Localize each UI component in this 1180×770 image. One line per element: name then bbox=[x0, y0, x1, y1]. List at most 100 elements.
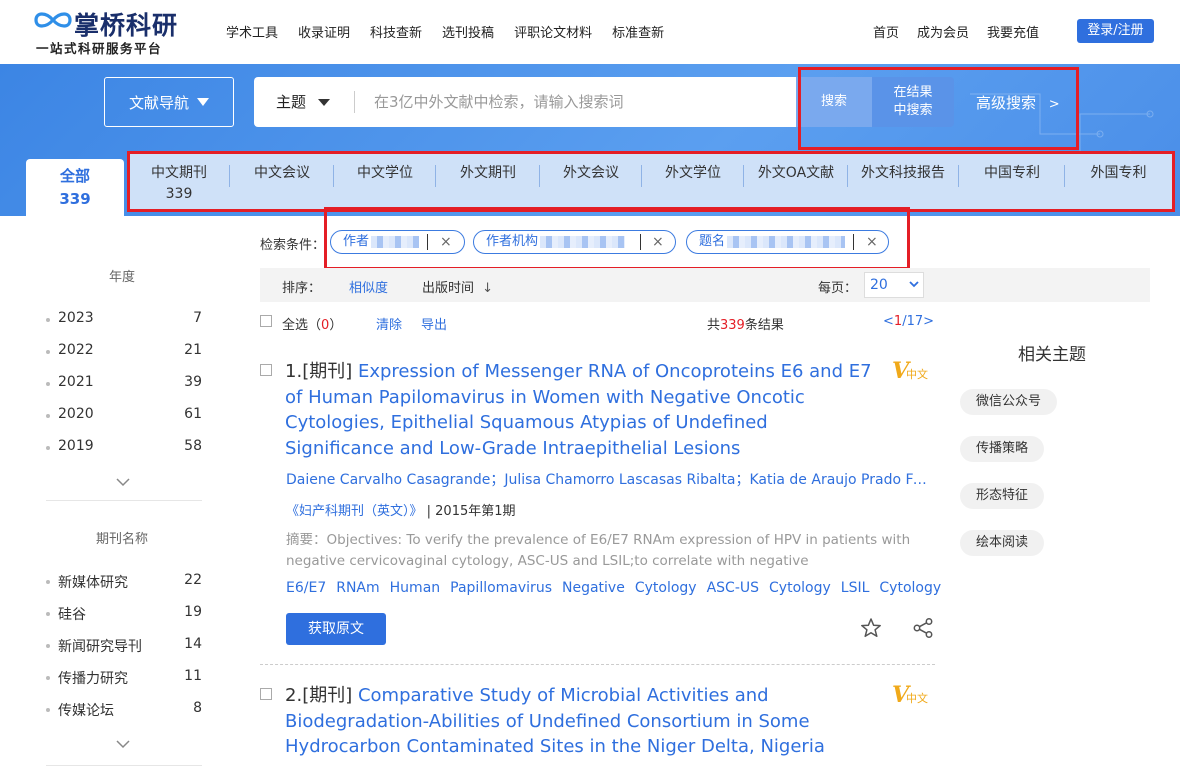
nav-membership[interactable]: 成为会员 bbox=[917, 22, 969, 41]
logo-text: 掌桥科研 bbox=[74, 11, 179, 40]
keyword[interactable]: Negative bbox=[562, 580, 625, 596]
select-all-text: 全选 bbox=[282, 318, 309, 333]
bullet-icon bbox=[46, 676, 50, 680]
result-checkbox[interactable] bbox=[260, 364, 272, 376]
keyword[interactable]: Human bbox=[390, 580, 441, 596]
nav-home[interactable]: 首页 bbox=[873, 22, 899, 41]
bullet-icon bbox=[46, 446, 50, 450]
pagination[interactable]: <1/17> bbox=[883, 314, 934, 329]
per-page-value: 20 bbox=[870, 277, 888, 293]
result-type: [期刊] bbox=[302, 361, 353, 382]
nav-journal-submission[interactable]: 选刊投稿 bbox=[442, 22, 494, 41]
keyword[interactable]: E6/E7 bbox=[286, 580, 326, 596]
search-box: 主题 bbox=[254, 77, 796, 127]
related-topic-tag[interactable]: 微信公众号 bbox=[960, 389, 1058, 415]
sidebar-divider bbox=[46, 500, 202, 501]
keyword[interactable]: RNAm bbox=[336, 580, 379, 596]
literature-navigation-label: 文献导航 bbox=[128, 93, 189, 112]
result-title[interactable]: 2.[期刊] Comparative Study of Microbial Ac… bbox=[285, 683, 875, 760]
login-register-button[interactable]: 登录/注册 bbox=[1077, 19, 1154, 43]
nav-title-materials[interactable]: 评职论文材料 bbox=[514, 22, 592, 41]
total-prefix: 共 bbox=[707, 318, 721, 333]
result-type: [期刊] bbox=[302, 685, 353, 706]
highlight-box-tabs bbox=[127, 151, 1175, 212]
result-item: 1.[期刊] Expression of Messenger RNA of On… bbox=[260, 358, 941, 669]
logo[interactable]: 掌桥科研 一站式科研服务平台 bbox=[32, 6, 192, 58]
keyword[interactable]: LSIL bbox=[841, 580, 870, 596]
filter-name: 新闻研究导刊 bbox=[58, 639, 142, 655]
infinity-logo-icon bbox=[34, 12, 72, 28]
bullet-icon bbox=[46, 318, 50, 322]
result-index: 1. bbox=[285, 361, 303, 382]
keyword[interactable]: Cytology bbox=[769, 580, 831, 596]
nav-indexing-proof[interactable]: 收录证明 bbox=[298, 22, 350, 41]
literature-navigation-button[interactable]: 文献导航 bbox=[104, 77, 234, 127]
filter-name: 2019 bbox=[58, 438, 94, 454]
sort-relevance[interactable]: 相似度 bbox=[349, 277, 388, 296]
expand-chevron-down-icon[interactable] bbox=[116, 475, 130, 489]
chevron-down-icon bbox=[909, 281, 919, 288]
sort-publish-date[interactable]: 出版时间 ↓ bbox=[422, 277, 493, 296]
sort-label: 排序： bbox=[282, 281, 322, 296]
filter-name: 2023 bbox=[58, 310, 94, 326]
filter-count: 7 bbox=[193, 310, 202, 326]
related-topics-title: 相关主题 bbox=[1018, 345, 1086, 365]
journal-filter-title: 期刊名称 bbox=[95, 532, 148, 547]
result-title[interactable]: 1.[期刊] Expression of Messenger RNA of On… bbox=[285, 359, 875, 461]
per-page-select[interactable]: 20 bbox=[864, 272, 924, 298]
bullet-icon bbox=[46, 414, 50, 418]
conditions-label: 检索条件： bbox=[260, 238, 326, 253]
related-topic-tag[interactable]: 绘本阅读 bbox=[960, 530, 1045, 556]
expand-chevron-down-icon[interactable] bbox=[116, 737, 130, 751]
filter-count: 14 bbox=[184, 636, 202, 652]
filter-count: 19 bbox=[184, 604, 202, 620]
export-link[interactable]: 导出 bbox=[421, 314, 447, 333]
logo-slogan: 一站式科研服务平台 bbox=[36, 41, 163, 56]
result-authors[interactable]: Daiene Carvalho Casagrande；Julisa Chamor… bbox=[286, 469, 932, 489]
bullet-icon bbox=[46, 350, 50, 354]
keyword[interactable]: ASC-US bbox=[707, 580, 759, 596]
nav-recharge[interactable]: 我要充值 bbox=[987, 22, 1039, 41]
bullet-icon bbox=[46, 580, 50, 584]
keyword[interactable]: Papillomavirus bbox=[450, 580, 552, 596]
sidebar-divider bbox=[46, 765, 202, 766]
filter-name: 硅谷 bbox=[58, 607, 86, 623]
keyword[interactable]: Cytology bbox=[879, 580, 941, 596]
favorite-star-icon[interactable] bbox=[860, 617, 882, 639]
current-page: 1 bbox=[893, 314, 903, 329]
filter-count: 61 bbox=[184, 406, 202, 422]
filter-name: 2021 bbox=[58, 374, 94, 390]
caret-down-icon bbox=[197, 98, 209, 106]
result-abstract: 摘要：Objectives: To verify the prevalence … bbox=[286, 532, 911, 569]
per-page-label: 每页： bbox=[818, 281, 858, 296]
nav-standard-search[interactable]: 标准查新 bbox=[612, 22, 664, 41]
page-total-next[interactable]: /17> bbox=[902, 314, 934, 329]
filter-name: 2022 bbox=[58, 342, 94, 358]
search-input[interactable] bbox=[364, 86, 784, 118]
tab-all[interactable]: 全部 339 bbox=[26, 159, 124, 216]
chinese-full-text-badge: V 中文 bbox=[892, 682, 934, 708]
filter-name: 新媒体研究 bbox=[58, 575, 128, 591]
nav-novelty-search[interactable]: 科技查新 bbox=[370, 22, 422, 41]
share-icon[interactable] bbox=[912, 617, 934, 639]
select-all-label[interactable]: 全选（0） bbox=[282, 314, 342, 333]
related-topic-tag[interactable]: 传播策略 bbox=[960, 436, 1045, 462]
result-keywords: E6/E7 RNAm Human Papillomavirus Negative Cyto… bbox=[286, 580, 941, 596]
clear-link[interactable]: 清除 bbox=[376, 314, 402, 333]
filter-count: 8 bbox=[193, 700, 202, 716]
get-full-text-button[interactable]: 获取原文 bbox=[286, 613, 386, 645]
filter-count: 39 bbox=[184, 374, 202, 390]
keyword[interactable]: Cytology bbox=[635, 580, 697, 596]
bullet-icon bbox=[46, 612, 50, 616]
filter-count: 22 bbox=[184, 572, 202, 588]
journal-link[interactable]: 《妇产科期刊（英文）》 bbox=[286, 504, 423, 519]
related-topic-tag[interactable]: 形态特征 bbox=[960, 483, 1045, 509]
sort-bar: 排序： 相似度 出版时间 ↓ 每页： 20 bbox=[260, 268, 1150, 302]
arrow-down-icon: ↓ bbox=[482, 281, 494, 296]
prev-page[interactable]: < bbox=[883, 314, 894, 329]
search-scope-select[interactable]: 主题 bbox=[276, 77, 306, 127]
nav-academic-tools[interactable]: 学术工具 bbox=[226, 22, 278, 41]
scope-caret-down-icon[interactable] bbox=[318, 99, 330, 106]
select-all-checkbox[interactable] bbox=[260, 315, 272, 327]
result-checkbox[interactable] bbox=[260, 688, 272, 700]
